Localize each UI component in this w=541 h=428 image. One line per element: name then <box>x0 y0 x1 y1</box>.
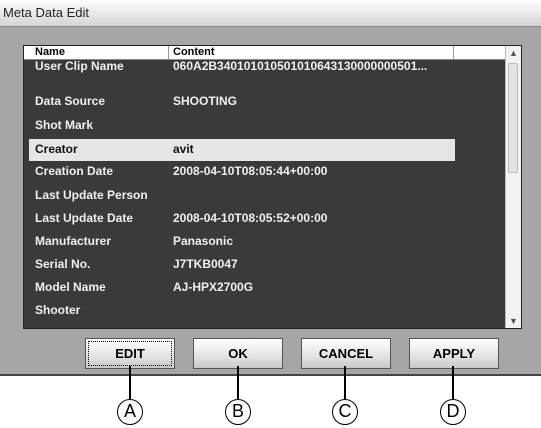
row-content: 2008-04-10T08:05:44+00:00 <box>173 164 328 178</box>
row-name: Last Update Date <box>35 211 134 225</box>
window-title: Meta Data Edit <box>3 5 89 20</box>
list-row-shot-mark[interactable]: Shot Mark <box>24 115 505 137</box>
callout-line-a <box>129 366 131 400</box>
edit-button[interactable]: EDIT <box>85 338 175 369</box>
cancel-button[interactable]: CANCEL <box>301 338 391 369</box>
callout-line-d <box>452 366 454 400</box>
list-row-model-name[interactable]: Model Name AJ-HPX2700G <box>24 277 505 299</box>
row-name: Serial No. <box>35 257 91 271</box>
row-content: 2008-04-10T08:05:52+00:00 <box>173 211 328 225</box>
callout-label-c: C <box>332 399 358 425</box>
row-name: User Clip Name <box>35 59 124 73</box>
row-name: Last Update Person <box>35 188 148 202</box>
row-content: SHOOTING <box>173 94 238 108</box>
selection-highlight <box>29 139 455 161</box>
row-name: Creation Date <box>35 164 114 178</box>
list-row-creation-date[interactable]: Creation Date 2008-04-10T08:05:44+00:00 <box>24 161 505 183</box>
callout-label-d: D <box>440 399 466 425</box>
ok-button[interactable]: OK <box>193 338 283 369</box>
callout-line-c <box>344 366 346 400</box>
apply-button[interactable]: APPLY <box>409 338 499 369</box>
row-name: Manufacturer <box>35 234 112 248</box>
row-content: AJ-HPX2700G <box>173 280 254 294</box>
callout-label-b: B <box>225 399 251 425</box>
scroll-down-icon[interactable]: ▼ <box>506 314 521 328</box>
list-row-serial-no[interactable]: Serial No. J7TKB0047 <box>24 254 505 276</box>
callout-line-b <box>237 366 239 400</box>
row-name: Shooter <box>35 303 81 317</box>
scroll-up-icon[interactable]: ▲ <box>506 46 521 60</box>
row-content: 060A2B340101010501010643130000000501... <box>173 59 428 73</box>
list-row-user-clip-name[interactable]: User Clip Name 060A2B3401010105010106431… <box>24 56 505 78</box>
row-content: avit <box>173 142 194 156</box>
metadata-list[interactable]: Name Content User Clip Name 060A2B340101… <box>23 45 522 329</box>
vertical-scrollbar[interactable]: ▲ ▼ <box>505 46 521 328</box>
row-name: Shot Mark <box>35 118 94 132</box>
row-name: Creator <box>35 142 78 156</box>
list-row-creator[interactable]: Creator avit <box>24 139 505 161</box>
row-content: Panasonic <box>173 234 234 248</box>
list-row-last-update-date[interactable]: Last Update Date 2008-04-10T08:05:52+00:… <box>24 208 505 230</box>
list-row-data-source[interactable]: Data Source SHOOTING <box>24 91 505 113</box>
scroll-thumb[interactable] <box>508 63 518 173</box>
title-bar: Meta Data Edit <box>0 0 541 27</box>
row-name: Data Source <box>35 94 106 108</box>
list-row-manufacturer[interactable]: Manufacturer Panasonic <box>24 231 505 253</box>
list-row-shooter[interactable]: Shooter <box>24 300 505 322</box>
meta-data-edit-dialog: Meta Data Edit Name Content User Clip Na… <box>0 0 541 376</box>
list-row-last-update-person[interactable]: Last Update Person <box>24 185 505 207</box>
callout-label-a: A <box>117 399 143 425</box>
row-name: Model Name <box>35 280 106 294</box>
row-content: J7TKB0047 <box>173 257 238 271</box>
